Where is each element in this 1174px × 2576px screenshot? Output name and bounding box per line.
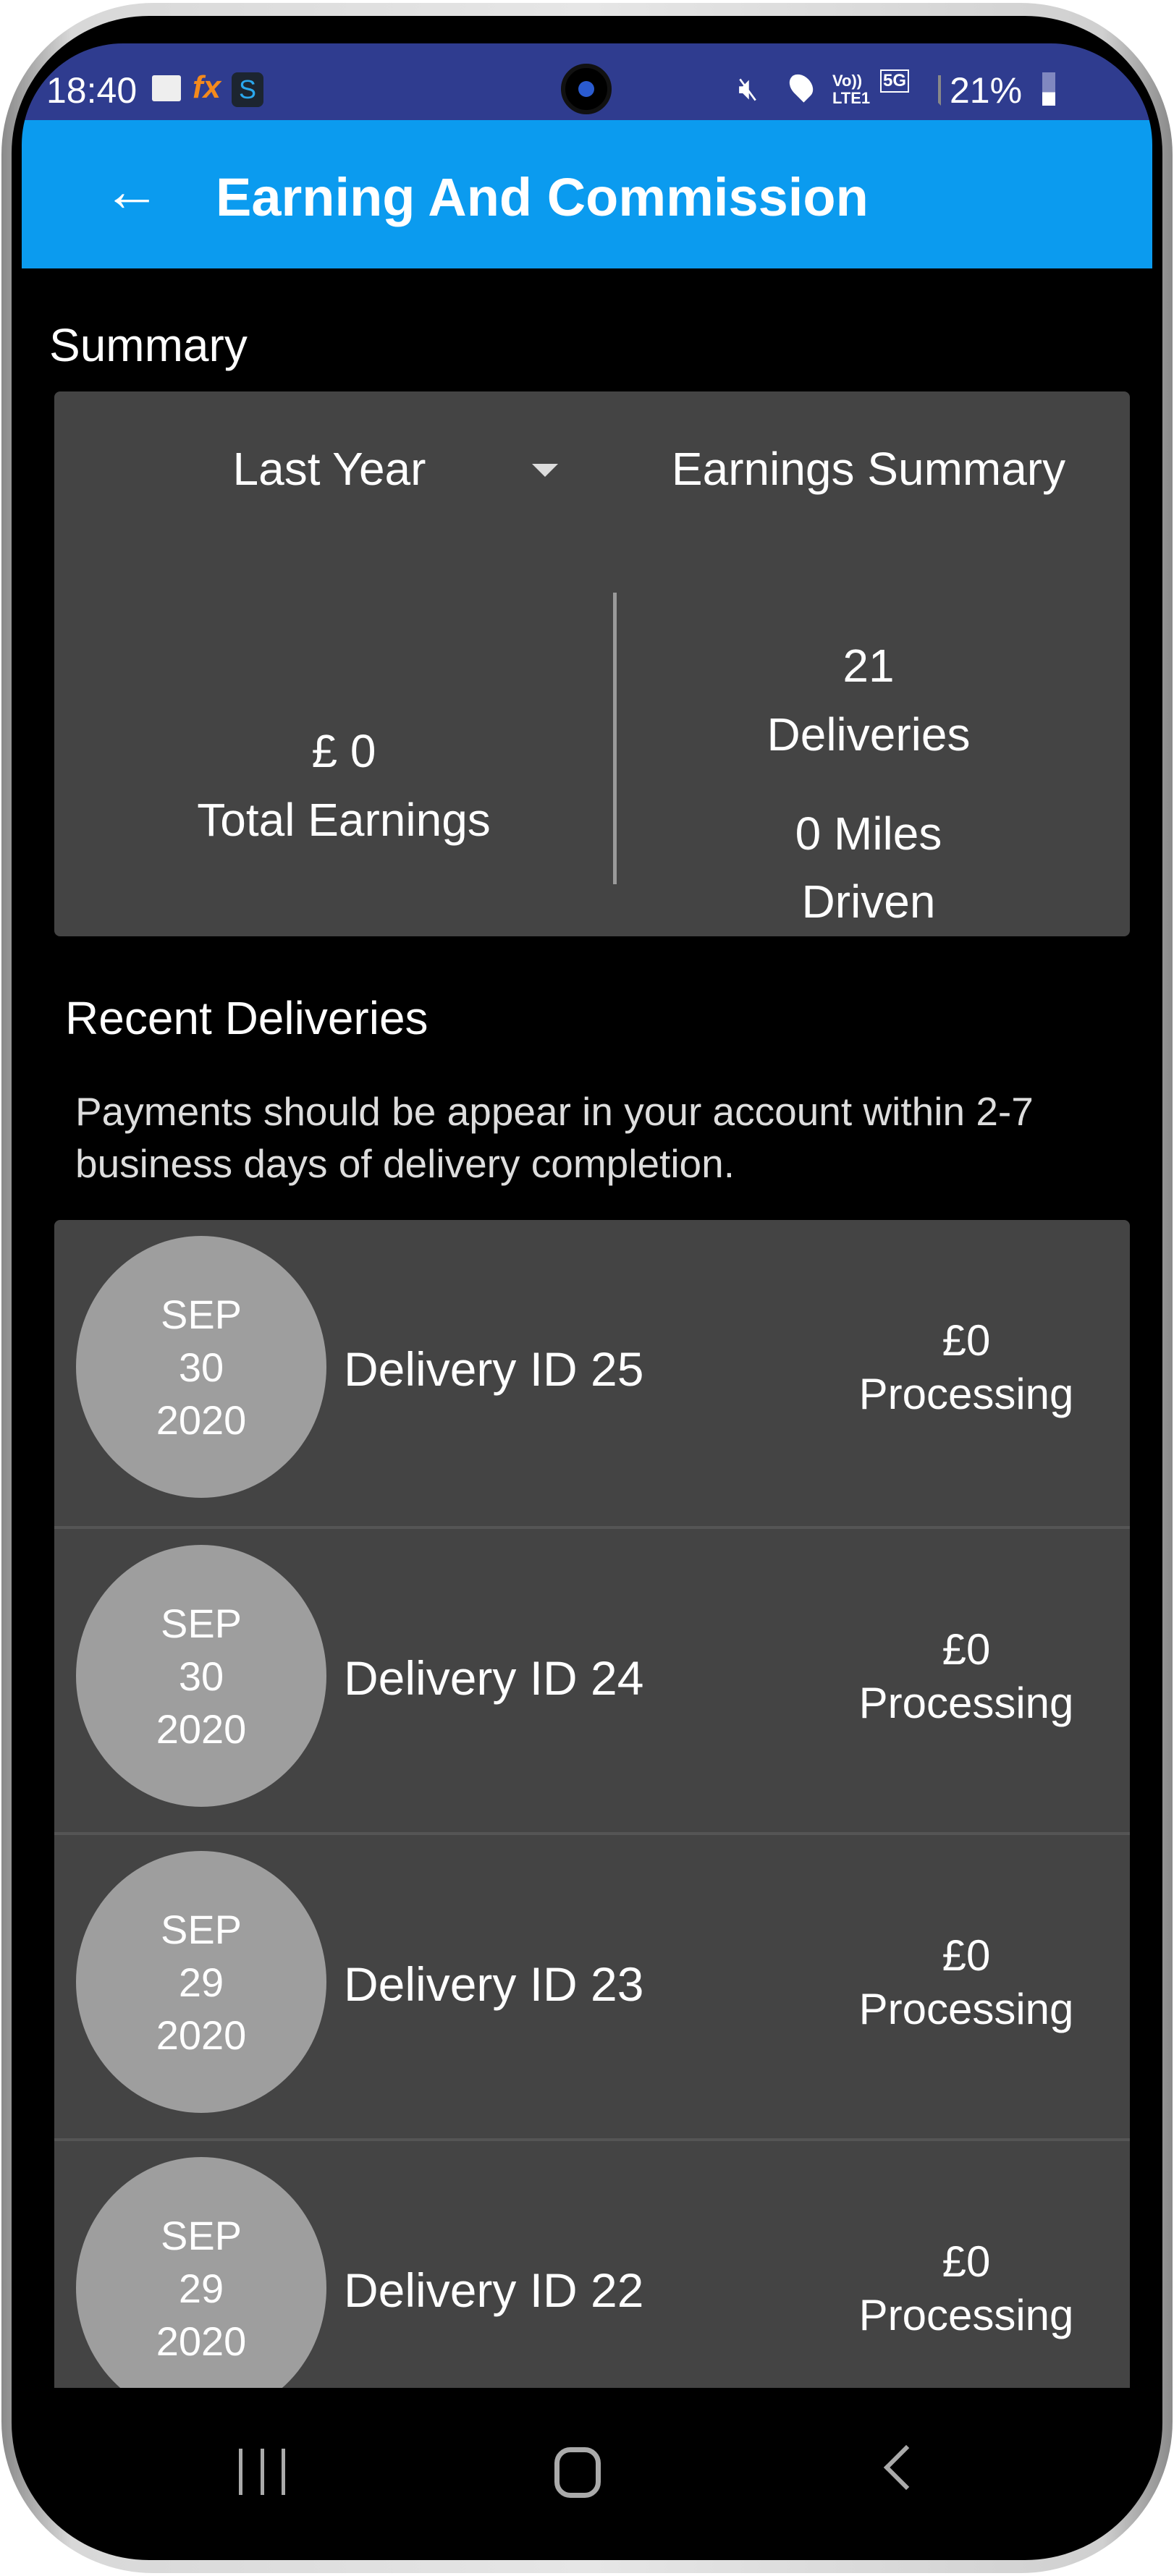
date-badge: SEP 30 2020: [76, 1236, 326, 1498]
total-earnings-label: Total Earnings: [197, 794, 491, 846]
date-day: 29: [178, 2265, 224, 2311]
delivery-status: Processing: [858, 1985, 1074, 2033]
deliveries-count: 21: [843, 640, 895, 692]
delivery-amount: £0: [942, 1316, 991, 1365]
status-bar: 18:40 fx S 🔇︎ Vo)) LTE1 5G 21%: [22, 43, 1152, 120]
delivery-payment: £0 Processing: [836, 1314, 1097, 1421]
delivery-id: Delivery ID 25: [344, 1342, 644, 1396]
screen: 18:40 fx S 🔇︎ Vo)) LTE1 5G 21% ← Earning …: [22, 43, 1152, 2536]
summary-type: Earnings Summary: [671, 443, 1066, 495]
location-icon: [785, 69, 818, 103]
date-year: 2020: [156, 2012, 247, 2058]
recent-deliveries-heading: Recent Deliveries: [65, 992, 428, 1044]
front-camera: [561, 64, 612, 114]
fx-icon: fx: [193, 69, 221, 105]
date-day: 29: [178, 1959, 224, 2005]
date-month: SEP: [160, 2212, 242, 2258]
delivery-amount: £0: [942, 1931, 991, 1980]
page-title: Earning And Commission: [216, 167, 869, 227]
delivery-id: Delivery ID 22: [344, 2263, 644, 2317]
date-day: 30: [178, 1344, 224, 1390]
delivery-status: Processing: [858, 1679, 1074, 1727]
status-time: 18:40: [46, 70, 138, 111]
date-month: SEP: [160, 1291, 242, 1337]
app-bar: ← Earning And Commission: [22, 120, 1152, 268]
back-button[interactable]: ←: [103, 158, 161, 224]
battery-icon: [1042, 72, 1055, 106]
miles-value: 0 Miles: [795, 808, 942, 860]
delivery-row[interactable]: SEP 30 2020 Delivery ID 24 £0 Processing: [54, 1526, 1130, 1832]
date-year: 2020: [156, 2318, 247, 2364]
summary-heading: Summary: [49, 319, 248, 371]
volte-icon: Vo)) LTE1: [832, 72, 871, 107]
payment-note: Payments should be appear in your accoun…: [75, 1089, 1034, 1186]
date-badge: SEP 29 2020: [76, 2157, 326, 2419]
delivery-id: Delivery ID 23: [344, 1957, 644, 2011]
home-button[interactable]: [554, 2447, 601, 2498]
date-badge: SEP 30 2020: [76, 1545, 326, 1807]
delivery-status: Processing: [858, 2291, 1074, 2339]
signal-icon: [919, 75, 941, 106]
date-badge: SEP 29 2020: [76, 1851, 326, 2113]
date-year: 2020: [156, 1706, 247, 1752]
summary-card: Last Year Earnings Summary £ 0 Total Ear…: [54, 391, 1130, 936]
date-month: SEP: [160, 1906, 242, 1952]
period-selected: Last Year: [232, 443, 426, 495]
delivery-row[interactable]: SEP 29 2020 Delivery ID 23 £0 Processing: [54, 1832, 1130, 2138]
deliveries-list: SEP 30 2020 Delivery ID 25 £0 Processing…: [54, 1220, 1130, 2450]
period-dropdown[interactable]: Last Year: [98, 435, 604, 507]
delivery-status: Processing: [858, 1370, 1074, 1418]
date-month: SEP: [160, 1600, 242, 1646]
back-nav-button[interactable]: [883, 2444, 929, 2491]
date-year: 2020: [156, 1397, 247, 1443]
dropdown-arrow-icon: [532, 464, 558, 477]
network-type: 5G: [880, 69, 910, 93]
navigation-bar: [22, 2388, 1152, 2536]
recent-apps-button[interactable]: [239, 2449, 285, 2495]
delivery-payment: £0 Processing: [836, 1623, 1097, 1730]
delivery-amount: £0: [942, 1625, 991, 1674]
app-icon: S: [232, 72, 263, 107]
deliveries-label: Deliveries: [767, 708, 971, 760]
delivery-amount: £0: [942, 2237, 991, 2286]
delivery-payment: £0 Processing: [836, 1929, 1097, 2036]
mute-icon: 🔇︎: [738, 71, 759, 106]
miles-label: Driven: [801, 876, 936, 928]
date-day: 30: [178, 1653, 224, 1699]
total-earnings-value: £ 0: [311, 725, 376, 777]
battery-percent: 21%: [950, 70, 1023, 111]
image-icon: [152, 75, 181, 101]
delivery-row[interactable]: SEP 30 2020 Delivery ID 25 £0 Processing: [54, 1220, 1130, 1526]
delivery-id: Delivery ID 24: [344, 1651, 644, 1705]
delivery-payment: £0 Processing: [836, 2235, 1097, 2342]
